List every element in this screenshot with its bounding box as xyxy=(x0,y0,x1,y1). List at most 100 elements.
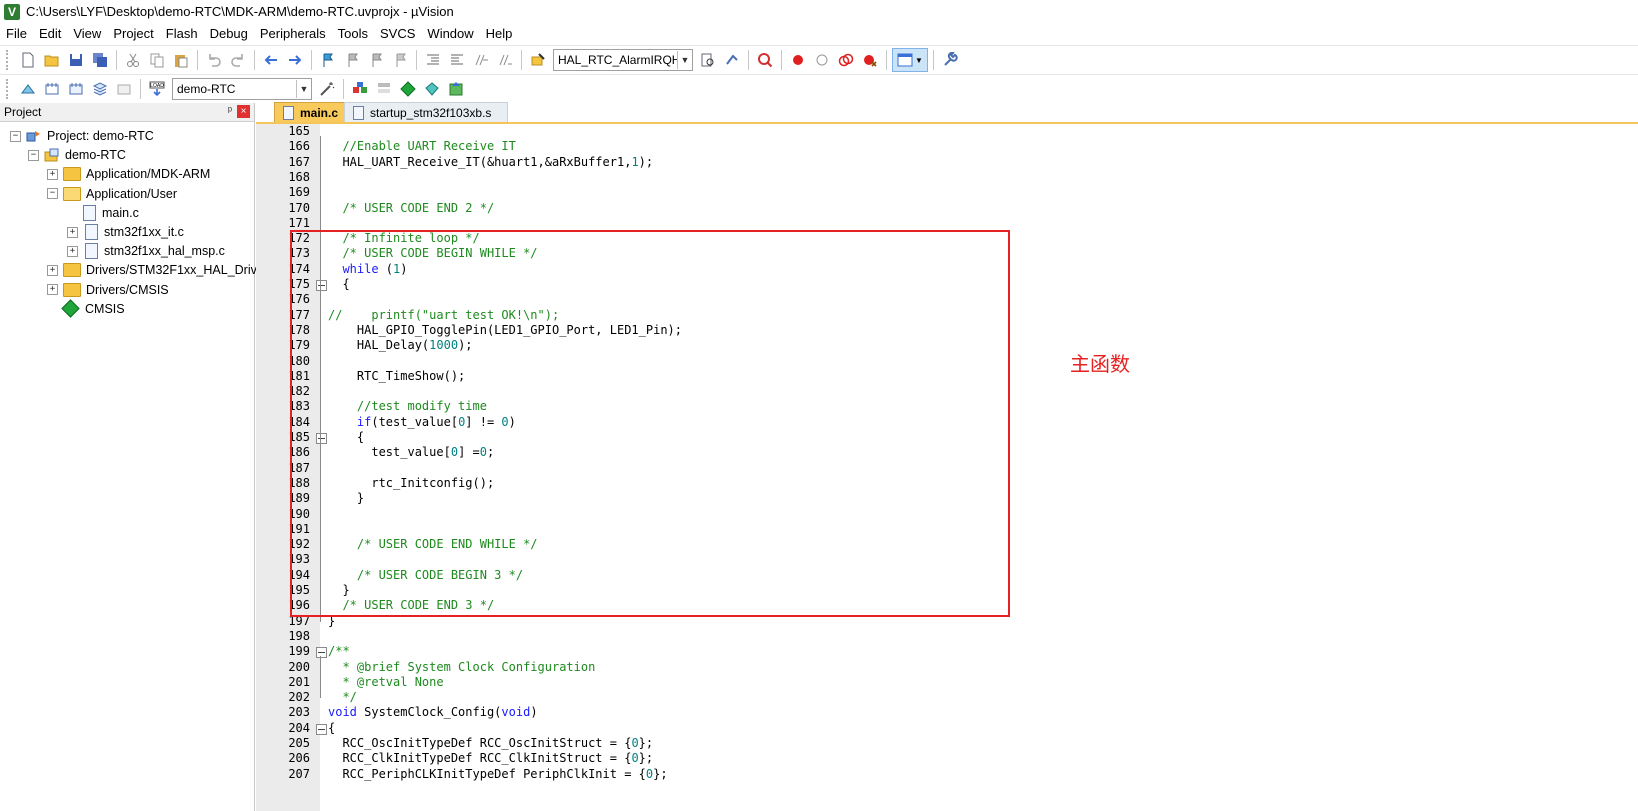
unindent-button[interactable] xyxy=(446,49,468,71)
collapse-icon[interactable]: − xyxy=(47,188,58,200)
expand-icon[interactable]: + xyxy=(47,284,58,296)
code-line[interactable]: 184 if(test_value[0] != 0) xyxy=(256,415,1636,430)
code-line[interactable]: 170 /* USER CODE END 2 */ xyxy=(256,201,1636,216)
tree-item[interactable]: − demo-RTC xyxy=(28,145,126,165)
expand-icon[interactable]: + xyxy=(47,168,58,180)
debug-session-button[interactable] xyxy=(754,49,776,71)
next-bookmark-button[interactable] xyxy=(365,49,387,71)
code-line[interactable]: 190 xyxy=(256,507,1636,522)
menu-view[interactable]: View xyxy=(67,26,107,41)
code-line[interactable]: 174 while (1) xyxy=(256,262,1636,277)
previous-bookmark-button[interactable] xyxy=(341,49,363,71)
code-line[interactable]: 177 // printf("uart test OK!\n"); xyxy=(256,308,1636,323)
code-line[interactable]: 180 xyxy=(256,354,1636,369)
code-line[interactable]: 205 RCC_OscInitTypeDef RCC_OscInitStruct… xyxy=(256,736,1636,751)
build-button[interactable] xyxy=(41,78,63,100)
code-line[interactable]: 204 { xyxy=(256,721,1636,736)
tree-item[interactable]: − Application/User xyxy=(47,184,177,204)
tree-item[interactable]: + Drivers/STM32F1xx_HAL_Driver xyxy=(47,260,268,280)
code-line[interactable]: 169 xyxy=(256,185,1636,200)
code-line[interactable]: 196 /* USER CODE END 3 */ xyxy=(256,598,1636,613)
window-layout-button[interactable]: ▼ xyxy=(892,48,928,72)
code-line[interactable]: 185 { xyxy=(256,430,1636,445)
tree-item[interactable]: CMSIS xyxy=(47,299,125,319)
close-icon[interactable]: × xyxy=(237,105,250,118)
code-line[interactable]: 176 xyxy=(256,292,1636,307)
fold-collapse-icon[interactable] xyxy=(316,647,327,659)
chevron-down-icon[interactable]: ▼ xyxy=(677,51,692,69)
code-line[interactable]: 194 /* USER CODE BEGIN 3 */ xyxy=(256,568,1636,583)
code-line[interactable]: 173 /* USER CODE BEGIN WHILE */ xyxy=(256,246,1636,261)
menu-peripherals[interactable]: Peripherals xyxy=(254,26,332,41)
code-line[interactable]: 178 HAL_GPIO_TogglePin(LED1_GPIO_Port, L… xyxy=(256,323,1636,338)
code-line[interactable]: 187 xyxy=(256,461,1636,476)
tree-item[interactable]: main.c xyxy=(67,203,139,223)
menu-svcs[interactable]: SVCS xyxy=(374,26,421,41)
menu-file[interactable]: File xyxy=(0,26,33,41)
tree-item[interactable]: − Project: demo-RTC xyxy=(10,126,154,146)
paste-button[interactable] xyxy=(170,49,192,71)
tree-item[interactable]: + Drivers/CMSIS xyxy=(47,280,169,300)
code-line[interactable]: 183 //test modify time xyxy=(256,399,1636,414)
code-line[interactable]: 181 RTC_TimeShow(); xyxy=(256,369,1636,384)
code-line[interactable]: 182 xyxy=(256,384,1636,399)
redo-button[interactable] xyxy=(227,49,249,71)
code-line[interactable]: 172 /* Infinite loop */ xyxy=(256,231,1636,246)
code-line[interactable]: 201 * @retval None xyxy=(256,675,1636,690)
code-line[interactable]: 191 xyxy=(256,522,1636,537)
pin-icon[interactable]: ᵖ xyxy=(228,105,232,117)
code-line[interactable]: 167 HAL_UART_Receive_IT(&huart1,&aRxBuff… xyxy=(256,155,1636,170)
code-line[interactable]: 206 RCC_ClkInitTypeDef RCC_ClkInitStruct… xyxy=(256,751,1636,766)
disable-all-breakpoints-button[interactable] xyxy=(835,49,857,71)
expand-icon[interactable]: + xyxy=(47,264,58,276)
function-combo[interactable]: HAL_RTC_AlarmIRQHandl ▼ xyxy=(553,49,693,71)
configure-button[interactable] xyxy=(939,49,961,71)
find-in-files-button[interactable] xyxy=(527,49,549,71)
chevron-down-icon[interactable]: ▼ xyxy=(296,80,311,98)
collapse-icon[interactable]: − xyxy=(28,149,39,161)
kill-all-breakpoints-button[interactable] xyxy=(859,49,881,71)
fold-collapse-icon[interactable] xyxy=(316,433,327,444)
batch-build-button[interactable] xyxy=(89,78,111,100)
code-line[interactable]: 179 HAL_Delay(1000); xyxy=(256,338,1636,353)
select-packs-button[interactable] xyxy=(421,78,443,100)
code-line[interactable]: 197} xyxy=(256,614,1636,629)
save-all-button[interactable] xyxy=(89,49,111,71)
code-editor[interactable]: 165 166 //Enable UART Receive IT 167 HAL_U… xyxy=(256,124,1638,811)
toolbar-grip[interactable] xyxy=(6,79,11,99)
target-combo[interactable]: demo-RTC ▼ xyxy=(172,78,312,100)
find-button[interactable] xyxy=(697,49,719,71)
collapse-icon[interactable]: − xyxy=(10,130,21,142)
insert-breakpoint-button[interactable] xyxy=(787,49,809,71)
save-button[interactable] xyxy=(65,49,87,71)
code-line[interactable]: 195 } xyxy=(256,583,1636,598)
pack-installer-button[interactable] xyxy=(445,78,467,100)
menu-tools[interactable]: Tools xyxy=(332,26,374,41)
code-line[interactable]: 186 test_value[0] =0; xyxy=(256,445,1636,460)
menu-debug[interactable]: Debug xyxy=(204,26,254,41)
menu-flash[interactable]: Flash xyxy=(160,26,204,41)
toggle-bookmark-button[interactable] xyxy=(317,49,339,71)
open-file-button[interactable] xyxy=(41,49,63,71)
menu-edit[interactable]: Edit xyxy=(33,26,67,41)
manage-project-items-button[interactable] xyxy=(373,78,395,100)
code-line[interactable]: 198 xyxy=(256,629,1636,644)
indent-button[interactable] xyxy=(422,49,444,71)
translate-button[interactable] xyxy=(17,78,39,100)
code-line[interactable]: 200 * @brief System Clock Configuration xyxy=(256,660,1636,675)
tree-item[interactable]: + Application/MDK-ARM xyxy=(47,164,210,184)
code-line[interactable]: 168 xyxy=(256,170,1636,185)
fold-collapse-icon[interactable] xyxy=(316,723,327,735)
file-extensions-button[interactable] xyxy=(349,78,371,100)
clear-bookmarks-button[interactable] xyxy=(389,49,411,71)
comment-button[interactable] xyxy=(470,49,492,71)
code-line[interactable]: 202 */ xyxy=(256,690,1636,705)
stop-build-button[interactable] xyxy=(113,78,135,100)
cut-button[interactable] xyxy=(122,49,144,71)
code-line[interactable]: 192 /* USER CODE END WHILE */ xyxy=(256,537,1636,552)
target-options-button[interactable] xyxy=(316,78,338,100)
code-line[interactable]: 175 { xyxy=(256,277,1636,292)
uncomment-button[interactable] xyxy=(494,49,516,71)
rebuild-button[interactable] xyxy=(65,78,87,100)
code-line[interactable]: 207 RCC_PeriphCLKInitTypeDef PeriphClkIn… xyxy=(256,767,1636,782)
